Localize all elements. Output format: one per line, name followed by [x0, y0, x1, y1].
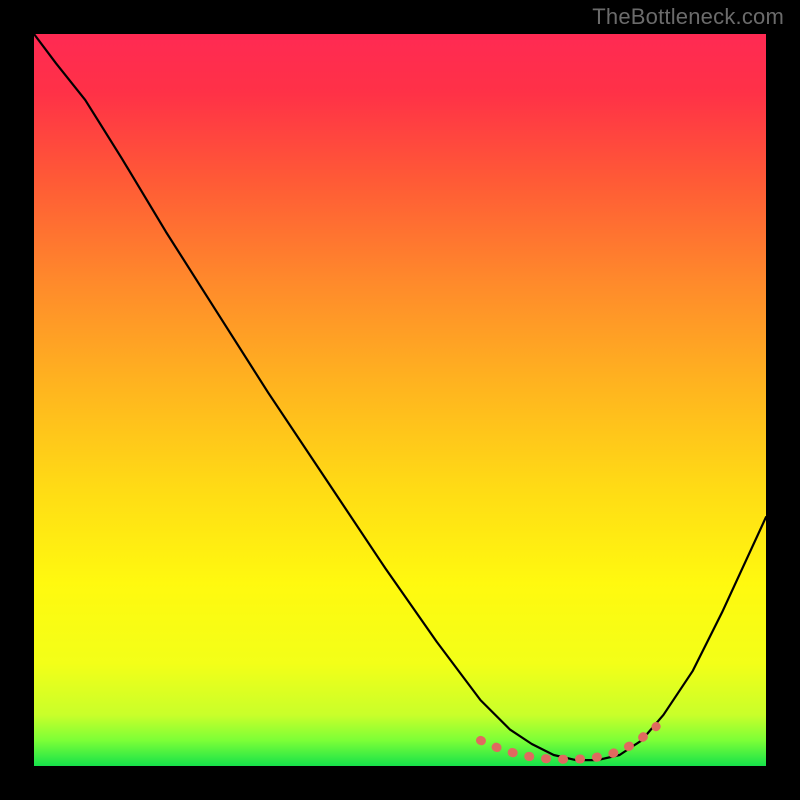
chart-svg: [0, 0, 800, 800]
chart-stage: TheBottleneck.com: [0, 0, 800, 800]
attribution-text: TheBottleneck.com: [592, 4, 784, 30]
plot-gradient: [34, 34, 766, 766]
